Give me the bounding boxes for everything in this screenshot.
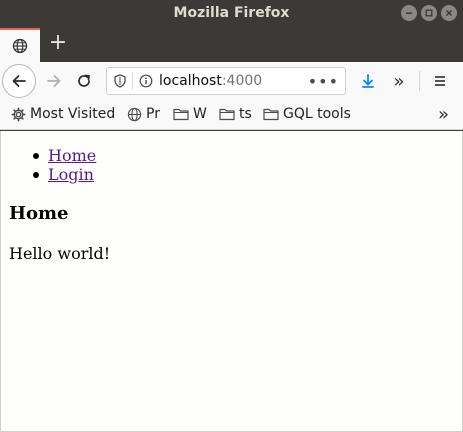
bookmark-folder-w[interactable]: W	[173, 106, 207, 122]
home-link[interactable]: Home	[48, 146, 96, 165]
tracking-protection-button[interactable]	[107, 72, 133, 90]
shield-icon	[113, 74, 126, 88]
downloads-button[interactable]	[356, 69, 380, 93]
forward-button[interactable]	[42, 69, 66, 93]
hamburger-menu-icon	[435, 76, 445, 86]
info-icon	[139, 74, 153, 88]
bookmark-label: Pr	[146, 106, 160, 122]
bookmark-label: ts	[239, 106, 252, 122]
menu-button[interactable]	[428, 69, 452, 93]
bookmark-label: GQL tools	[283, 106, 351, 122]
nav-list: Home Login	[31, 146, 96, 184]
globe-icon	[12, 38, 28, 54]
list-item: Login	[31, 165, 96, 184]
bookmark-label: Most Visited	[30, 106, 116, 122]
window-controls	[401, 5, 457, 21]
maximize-icon	[425, 9, 433, 17]
window-titlebar: Mozilla Firefox	[0, 0, 463, 26]
url-host: localhost	[159, 73, 222, 89]
chevron-double-right-icon: »	[393, 70, 405, 92]
toolbar-separator	[419, 71, 420, 91]
navigation-toolbar: localhost:4000 ••• »	[0, 62, 463, 100]
folder-icon	[263, 108, 279, 121]
folder-icon	[173, 108, 189, 121]
chevron-double-right-icon: »	[437, 104, 449, 125]
bookmark-folder-ts[interactable]: ts	[219, 106, 252, 122]
url-bar[interactable]: localhost:4000 •••	[106, 67, 346, 95]
reload-button[interactable]	[72, 69, 96, 93]
arrow-left-icon	[12, 75, 26, 87]
reload-icon	[78, 74, 90, 87]
bookmark-most-visited[interactable]: Most Visited	[11, 106, 115, 122]
page-content: Home Login Home Hello world!	[0, 131, 463, 432]
close-button[interactable]	[441, 5, 457, 21]
minimize-button[interactable]	[401, 5, 417, 21]
gear-icon	[11, 107, 26, 121]
globe-icon	[127, 107, 142, 121]
page-actions-button[interactable]: •••	[308, 72, 339, 91]
close-icon	[445, 9, 453, 17]
new-tab-button[interactable]: +	[46, 32, 70, 56]
page-heading: Home	[9, 203, 69, 224]
tab-strip: +	[0, 26, 463, 62]
toolbar-overflow-button[interactable]: »	[386, 69, 412, 93]
window-title: Mozilla Firefox	[173, 5, 290, 21]
url-text[interactable]: localhost:4000	[159, 73, 262, 89]
maximize-button[interactable]	[421, 5, 437, 21]
bookmarks-toolbar: Most Visited Pr W ts GQL tools »	[0, 100, 463, 130]
bookmark-pr[interactable]: Pr	[127, 106, 160, 122]
back-button[interactable]	[2, 64, 36, 98]
bookmark-label: W	[193, 106, 207, 122]
list-item: Home	[31, 146, 96, 165]
login-link[interactable]: Login	[48, 165, 94, 184]
download-icon	[362, 74, 374, 88]
url-port: :4000	[221, 73, 263, 89]
minimize-icon	[406, 12, 412, 14]
folder-icon	[219, 108, 235, 121]
bookmark-folder-gql-tools[interactable]: GQL tools	[263, 106, 351, 122]
page-body-text: Hello world!	[9, 244, 111, 263]
site-info-button[interactable]	[133, 74, 159, 88]
tab-active[interactable]	[0, 28, 40, 62]
bookmarks-overflow-button[interactable]: »	[438, 104, 449, 125]
arrow-right-icon	[47, 75, 61, 87]
plus-icon: +	[48, 30, 68, 55]
